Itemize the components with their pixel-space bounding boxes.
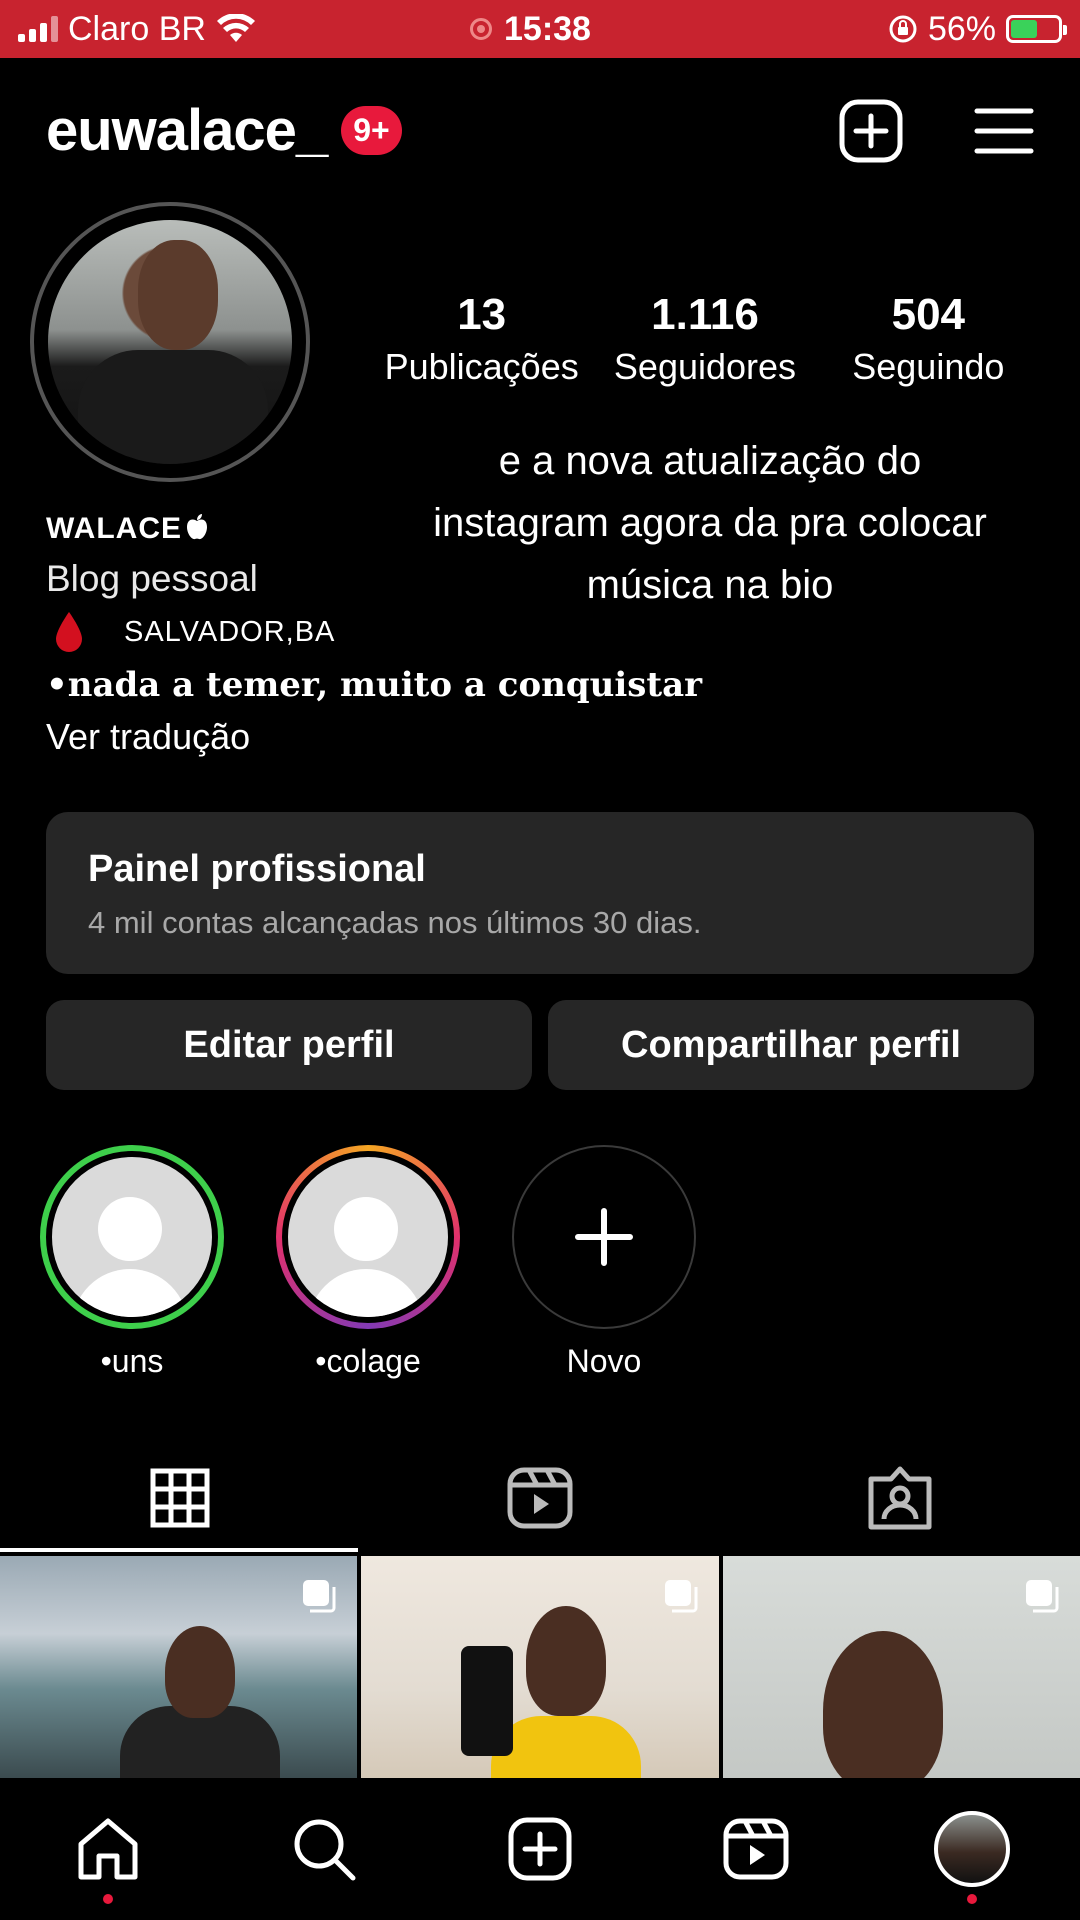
profile-note: e a nova atualização do instagram agora …: [433, 439, 987, 607]
tab-reels[interactable]: [360, 1440, 720, 1556]
tab-tagged[interactable]: [720, 1440, 1080, 1556]
wifi-icon: [216, 14, 255, 42]
battery-icon: [1006, 15, 1067, 43]
location-text: SALVADOR,BA: [124, 615, 336, 648]
nav-home[interactable]: [0, 1778, 216, 1920]
stat-label: Seguidores: [613, 346, 797, 387]
profile-location: SALVADOR,BA: [56, 612, 335, 652]
post-thumbnail[interactable]: [0, 1556, 358, 1778]
home-icon: [78, 1818, 138, 1880]
clock: 15:38: [504, 9, 591, 48]
nav-reels[interactable]: [648, 1778, 864, 1920]
username[interactable]: euwalace_: [46, 97, 328, 164]
nav-search[interactable]: [216, 1778, 432, 1920]
share-profile-button[interactable]: Compartilhar perfil: [548, 1000, 1034, 1090]
highlight-ring: [276, 1145, 460, 1329]
stat-label: Seguindo: [852, 346, 1005, 387]
stat-followers[interactable]: 1.116 Seguidores: [593, 290, 816, 388]
highlight-item[interactable]: •uns: [40, 1145, 224, 1380]
new-highlight-button[interactable]: Novo: [512, 1145, 696, 1380]
highlight-label: •uns: [100, 1343, 164, 1379]
notification-dot: [103, 1894, 113, 1904]
edit-profile-button[interactable]: Editar perfil: [46, 1000, 532, 1090]
see-translation-link[interactable]: Ver tradução: [46, 716, 250, 758]
status-bar: Claro BR 15:38 56%: [0, 0, 1080, 58]
stat-value: 13: [457, 290, 507, 339]
post-thumbnail[interactable]: [722, 1556, 1080, 1778]
menu-icon[interactable]: [974, 105, 1034, 157]
tab-posts[interactable]: [0, 1440, 360, 1556]
apple-icon: [187, 514, 207, 540]
multiple-photos-icon: [303, 1580, 336, 1613]
panel-subtitle: 4 mil contas alcançadas nos últimos 30 d…: [88, 905, 702, 940]
blood-drop-icon: [56, 612, 82, 652]
profile-category: Blog pessoal: [46, 558, 258, 599]
highlight-ring: [40, 1145, 224, 1329]
nav-profile[interactable]: [864, 1778, 1080, 1920]
stat-posts[interactable]: 13 Publicações: [370, 290, 593, 388]
multiple-photos-icon: [1025, 1580, 1059, 1613]
create-icon: [508, 1817, 572, 1881]
profile-avatar[interactable]: [30, 202, 310, 482]
post-thumbnail[interactable]: [361, 1556, 719, 1778]
panel-title: Painel profissional: [88, 848, 426, 890]
nav-create[interactable]: [432, 1778, 648, 1920]
stat-following[interactable]: 504 Seguindo: [817, 290, 1040, 388]
reels-icon: [507, 1467, 573, 1529]
display-name-text: WALACE: [46, 512, 182, 545]
tagged-icon: [868, 1466, 932, 1530]
rotation-lock-icon: [889, 15, 917, 43]
grid-icon: [150, 1468, 210, 1528]
profile-stats: 13 Publicações 1.116 Seguidores 504 Segu…: [370, 290, 1040, 388]
posts-grid: [0, 1556, 1080, 1778]
active-tab-indicator: [0, 1548, 358, 1552]
display-name: WALACE: [46, 512, 210, 546]
reels-nav-icon: [723, 1818, 789, 1880]
recording-icon: [470, 18, 492, 40]
search-icon: [294, 1819, 356, 1881]
notification-badge[interactable]: 9+: [341, 105, 402, 155]
bottom-navigation: [0, 1778, 1080, 1920]
highlight-item[interactable]: •colage: [276, 1145, 460, 1380]
profile-tabs: [0, 1440, 1080, 1556]
battery-percent: 56%: [927, 9, 996, 48]
notification-dot: [967, 1894, 977, 1904]
stat-value: 1.116: [651, 290, 759, 339]
signal-icon: [18, 16, 58, 42]
stat-label: Publicações: [384, 346, 579, 387]
profile-header: euwalace_ 9+: [46, 90, 1034, 170]
highlight-label: Novo: [566, 1343, 642, 1379]
carrier-label: Claro BR: [68, 9, 206, 48]
professional-dashboard[interactable]: Painel profissional 4 mil contas alcança…: [46, 812, 1034, 974]
avatar: [934, 1811, 1010, 1887]
profile-motto: •nada a temer, muito a conquistar: [46, 665, 703, 705]
multiple-photos-icon: [664, 1580, 698, 1613]
stat-value: 504: [891, 290, 966, 339]
plus-icon: [575, 1208, 633, 1266]
highlight-label: •colage: [315, 1343, 421, 1379]
plus-square-icon[interactable]: [838, 98, 904, 164]
